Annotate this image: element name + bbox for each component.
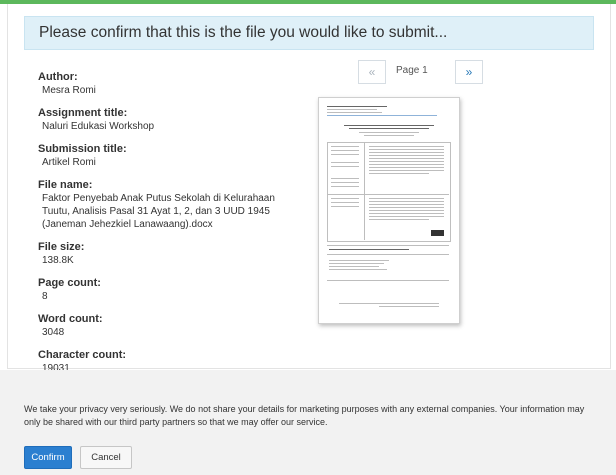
page-count-label: Page count:: [38, 277, 101, 289]
file-name-label: File name:: [38, 179, 93, 191]
privacy-notice: We take your privacy very seriously. We …: [24, 404, 585, 427]
preview-line: [331, 182, 359, 183]
preview-line: [327, 280, 449, 281]
assignment-title-value: Naluri Edukasi Workshop: [42, 121, 155, 132]
preview-line: [369, 155, 444, 156]
preview-line: [327, 112, 382, 113]
cancel-button[interactable]: Cancel: [80, 446, 132, 469]
page-count-field: Page count: 8: [38, 276, 328, 303]
author-field: Author: Mesra Romi: [38, 70, 328, 97]
document-preview-thumbnail: [318, 97, 460, 324]
page-count-value: 8: [42, 291, 48, 302]
assignment-title-label: Assignment title:: [38, 107, 128, 119]
preview-line: [369, 201, 444, 202]
preview-line: [331, 202, 359, 203]
preview-line: [329, 249, 409, 250]
preview-line: [369, 219, 429, 220]
confirm-header: Please confirm that this is the file you…: [24, 16, 594, 50]
page-indicator: Page 1: [396, 65, 428, 76]
preview-line: [327, 115, 437, 116]
preview-line: [364, 135, 414, 136]
submission-title-value: Artikel Romi: [42, 157, 96, 168]
preview-line: [369, 198, 444, 199]
preview-line: [369, 207, 444, 208]
file-name-value: Faktor Penyebab Anak Putus Sekolah di Ke…: [42, 193, 275, 230]
previous-page-button[interactable]: «: [358, 60, 386, 84]
author-label: Author:: [38, 71, 78, 83]
preview-line: [369, 204, 444, 205]
preview-line: [339, 303, 439, 304]
preview-line: [364, 142, 365, 240]
preview-line: [369, 213, 444, 214]
preview-line: [331, 198, 359, 199]
preview-line: [369, 167, 444, 168]
preview-line: [359, 132, 419, 133]
preview-line: [369, 173, 429, 174]
license-badge-icon: [431, 230, 444, 236]
preview-line: [329, 269, 387, 270]
preview-line: [331, 162, 359, 163]
preview-line: [369, 210, 444, 211]
preview-line: [369, 164, 444, 165]
preview-line: [327, 109, 377, 110]
preview-line: [329, 266, 379, 267]
submission-details: Author: Mesra Romi Assignment title: Nal…: [38, 70, 328, 384]
submission-title-label: Submission title:: [38, 143, 127, 155]
preview-line: [369, 152, 444, 153]
word-count-value: 3048: [42, 327, 65, 338]
preview-line: [331, 186, 359, 187]
submission-title-field: Submission title: Artikel Romi: [38, 142, 328, 169]
file-size-value: 138.8K: [42, 255, 74, 266]
preview-line: [327, 245, 449, 246]
next-page-button[interactable]: »: [455, 60, 483, 84]
preview-line: [327, 106, 387, 107]
preview-line: [329, 260, 389, 261]
preview-table: [327, 142, 451, 242]
confirm-button[interactable]: Confirm: [24, 446, 72, 469]
preview-line: [369, 170, 444, 171]
file-name-field: File name: Faktor Penyebab Anak Putus Se…: [38, 178, 328, 231]
file-size-label: File size:: [38, 241, 85, 253]
preview-line: [331, 178, 359, 179]
preview-line: [331, 166, 359, 167]
assignment-title-field: Assignment title: Naluri Edukasi Worksho…: [38, 106, 328, 133]
preview-line: [327, 254, 449, 255]
word-count-field: Word count: 3048: [38, 312, 328, 339]
file-size-field: File size: 138.8K: [38, 240, 328, 267]
author-value: Mesra Romi: [42, 85, 96, 96]
page-title: Please confirm that this is the file you…: [39, 24, 448, 41]
preview-line: [369, 149, 444, 150]
preview-line: [349, 128, 429, 129]
preview-line: [331, 206, 359, 207]
preview-line: [327, 194, 449, 195]
preview-line: [331, 150, 359, 151]
word-count-label: Word count:: [38, 313, 103, 325]
preview-line: [379, 306, 439, 307]
preview-line: [329, 263, 384, 264]
preview-line: [331, 146, 359, 147]
character-count-label: Character count:: [38, 349, 127, 361]
preview-line: [369, 158, 444, 159]
preview-line: [369, 161, 444, 162]
page-pager: « Page 1 »: [358, 60, 540, 84]
preview-line: [344, 125, 434, 126]
preview-line: [369, 216, 444, 217]
preview-line: [369, 146, 444, 147]
preview-line: [331, 154, 359, 155]
